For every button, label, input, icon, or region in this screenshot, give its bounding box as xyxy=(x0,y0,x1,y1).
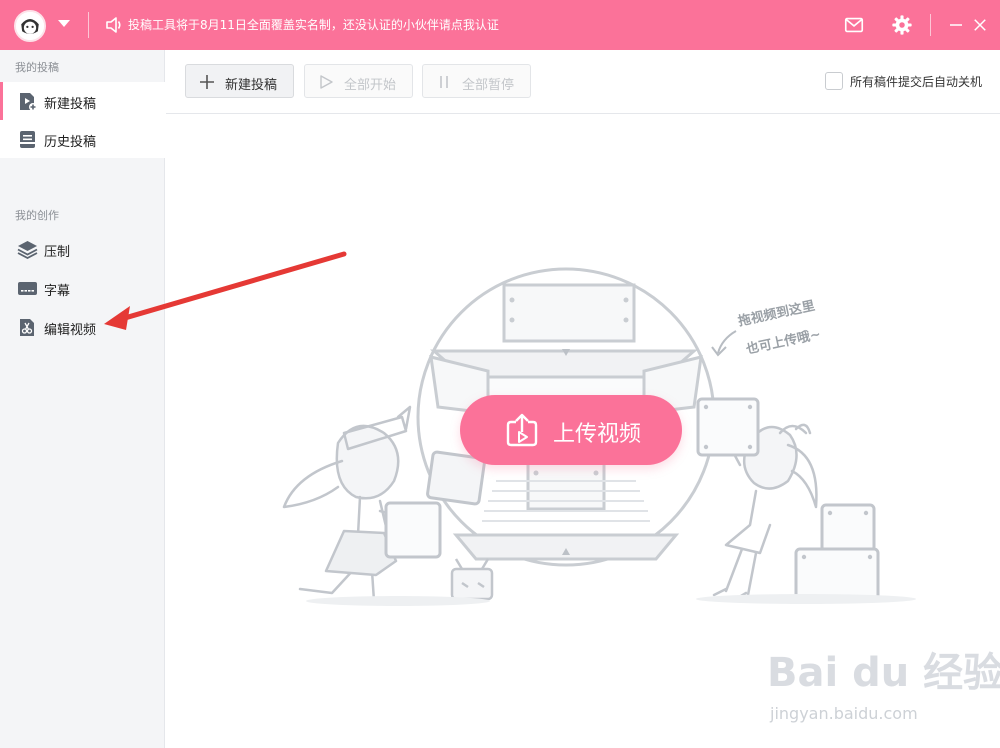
new-upload-icon xyxy=(20,93,37,111)
start-all-label: 全部开始 xyxy=(344,78,397,93)
avatar[interactable] xyxy=(14,10,46,42)
auto-shutdown-option: 所有稿件提交后自动关机 xyxy=(825,72,982,90)
sidebar-item-label: 历史投稿 xyxy=(44,135,97,150)
sidebar-item-label: 编辑视频 xyxy=(44,323,97,338)
close-icon[interactable] xyxy=(968,13,992,37)
upload-video-button[interactable]: 上传视频 xyxy=(460,395,682,465)
history-icon xyxy=(20,131,35,148)
title-bar: 投稿工具将于8月11日全面覆盖实名制，还没认证的小伙伴请点我认证 xyxy=(0,0,1000,50)
baidu-watermark-logo: Bai du 经验 xyxy=(767,650,1000,696)
sidebar-item-new-upload[interactable]: 新建投稿 xyxy=(0,82,165,120)
mail-icon[interactable] xyxy=(842,13,866,37)
sidebar-item-subtitle[interactable]: 字幕 xyxy=(0,269,165,307)
start-all-button[interactable]: 全部开始 xyxy=(304,64,413,98)
pause-all-button[interactable]: 全部暂停 xyxy=(422,64,531,98)
auto-shutdown-label: 所有稿件提交后自动关机 xyxy=(850,74,983,89)
scissors-icon xyxy=(20,319,34,336)
realname-notice[interactable]: 投稿工具将于8月11日全面覆盖实名制，还没认证的小伙伴请点我认证 xyxy=(128,16,499,33)
sidebar-item-compress[interactable]: 压制 xyxy=(0,230,165,268)
sidebar-item-label: 字幕 xyxy=(44,284,71,299)
sidebar: 我的投稿 新建投稿 历史投稿 我的创作 压制 字幕 编辑视频 xyxy=(0,50,165,748)
upload-video-label: 上传视频 xyxy=(553,422,642,447)
new-upload-label: 新建投稿 xyxy=(225,78,278,93)
play-icon xyxy=(320,75,333,89)
sidebar-item-edit-video[interactable]: 编辑视频 xyxy=(0,308,165,346)
sidebar-item-label: 新建投稿 xyxy=(44,97,97,112)
plus-icon xyxy=(200,75,214,89)
subtitle-icon xyxy=(18,282,37,295)
account-dropdown-icon[interactable] xyxy=(58,20,70,27)
sidebar-item-label: 压制 xyxy=(44,245,71,260)
gear-icon[interactable] xyxy=(890,13,914,37)
baidu-watermark-url: jingyan.baidu.com xyxy=(770,704,918,723)
titlebar-divider xyxy=(88,12,89,38)
toolbar: 新建投稿 全部开始 全部暂停 所有稿件提交后自动关机 xyxy=(166,50,1000,114)
upload-icon xyxy=(506,413,538,447)
pause-all-label: 全部暂停 xyxy=(462,78,515,93)
section-my-creation: 我的创作 xyxy=(15,209,59,222)
new-upload-button[interactable]: 新建投稿 xyxy=(185,64,294,98)
auto-shutdown-checkbox[interactable] xyxy=(825,72,843,90)
section-my-uploads: 我的投稿 xyxy=(15,61,59,74)
sidebar-item-history[interactable]: 历史投稿 xyxy=(0,120,165,158)
minimize-icon[interactable] xyxy=(944,13,968,37)
layers-icon xyxy=(17,241,38,260)
pause-icon xyxy=(440,76,448,88)
speaker-icon xyxy=(106,17,121,33)
titlebar-divider-right xyxy=(930,14,931,36)
